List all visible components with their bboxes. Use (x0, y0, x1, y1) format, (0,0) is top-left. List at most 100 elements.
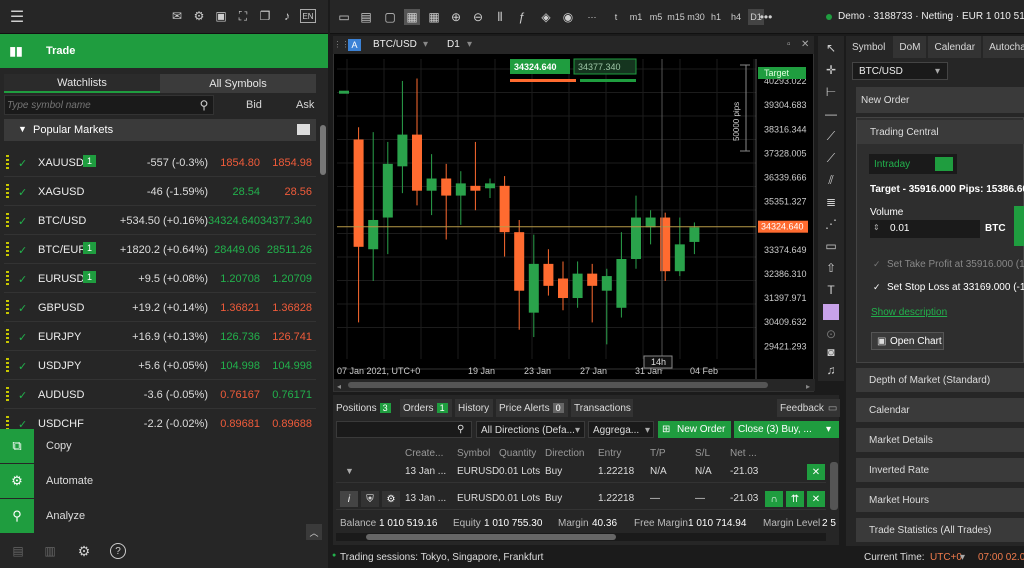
double-up-icon[interactable]: ⇈ (786, 491, 804, 507)
layers-icon[interactable]: ◈ (538, 9, 554, 25)
tab-price-alerts[interactable]: Price Alerts 0 (496, 399, 568, 417)
rectangle-icon[interactable]: ▭ (823, 238, 839, 254)
tab-orders[interactable]: Orders 1 (400, 399, 452, 417)
row-bid[interactable]: 126.736 (220, 331, 260, 343)
symbol-dropdown-icon[interactable]: ▾ (423, 39, 428, 50)
row-bid[interactable]: 1854.80 (220, 157, 260, 169)
chart-scroll-thumb[interactable] (348, 382, 768, 388)
row-bid[interactable]: 28.54 (232, 186, 260, 198)
col-header[interactable]: T/P (650, 448, 666, 459)
timeframe-m5[interactable]: m5 (648, 9, 664, 25)
col-header[interactable]: Direction (545, 448, 584, 459)
drag-handle-icon[interactable] (6, 329, 9, 343)
collapse-up-icon[interactable]: ︿ (306, 524, 322, 540)
visibility-icon[interactable]: ⊙ (823, 326, 839, 342)
chevron-down-icon[interactable]: ▾ (826, 424, 831, 435)
timeframe-h1[interactable]: h1 (708, 9, 724, 25)
section-market-details[interactable]: Market Details (856, 428, 1024, 452)
measure-icon[interactable]: ⊢ (823, 84, 839, 100)
volume-input[interactable]: ⇕ 0.01 (870, 220, 980, 238)
automate-section[interactable]: ⚙ Automate (0, 464, 328, 498)
row-ask[interactable]: 1854.98 (272, 157, 312, 169)
section-trade-statistics-all-trades[interactable]: Trade Statistics (All Trades) (856, 518, 1024, 542)
analyze-section[interactable]: ⚲ Analyze (0, 499, 328, 533)
col-header[interactable]: Create... (405, 448, 443, 459)
col-header[interactable]: Symbol (457, 448, 490, 459)
row-bid[interactable]: 1.20708 (220, 273, 260, 285)
chart-window[interactable]: 40293.022 39304.683 38316.344 37328.005 3633… (333, 36, 815, 393)
copy-section[interactable]: ⧉ Copy (0, 429, 328, 463)
watchlist-row[interactable]: ✓ EURJPY +16.9 (+0.13%) 126.736 126.741 (4, 322, 316, 351)
alert-bell-icon[interactable]: ♫ (823, 362, 839, 378)
col-header[interactable]: S/L (695, 448, 710, 459)
watchlist-row[interactable]: ✓ XAGUSD -46 (-1.59%) 28.54 28.56 (4, 177, 316, 206)
col-header[interactable]: Entry (598, 448, 621, 459)
fibonacci-icon[interactable]: ≣ (823, 194, 839, 210)
new-chart-icon[interactable]: ▭ (336, 9, 352, 25)
drag-handle-icon[interactable] (6, 213, 9, 227)
row-ask[interactable]: 0.76171 (272, 389, 312, 401)
drag-handle-icon[interactable] (6, 300, 9, 314)
more-icon[interactable]: ••• (758, 9, 774, 25)
watchlist-row[interactable]: ✓ BTC/EUR 1 +1820.2 (+0.64%) 28449.06 28511.2… (4, 235, 316, 264)
cashier-icon[interactable]: ▤ (10, 543, 26, 559)
tick-icon[interactable]: ⋯ (584, 9, 600, 25)
row-ask[interactable]: 28511.26 (267, 244, 312, 256)
layout-icon[interactable]: ▣ (214, 9, 228, 23)
search-icon[interactable]: ⚲ (197, 98, 211, 112)
new-order-header[interactable]: New Order (856, 87, 1024, 113)
trade-section[interactable]: ▮▮ Trade (0, 34, 328, 68)
timezone[interactable]: UTC+0 (930, 552, 962, 563)
buy-button[interactable] (1014, 206, 1024, 246)
chart-timeframe[interactable]: D1 (447, 39, 460, 50)
row-ask[interactable]: 104.998 (272, 360, 312, 372)
drag-handle-icon[interactable] (6, 155, 9, 169)
aggregate-filter[interactable]: Aggrega... ▾ (588, 421, 654, 438)
list-view-icon[interactable] (297, 124, 310, 135)
close-position-icon[interactable]: ✕ (807, 491, 825, 507)
row-bid[interactable]: 0.76167 (220, 389, 260, 401)
close-position-icon[interactable]: ✕ (807, 464, 825, 480)
drag-handle-icon[interactable] (6, 242, 9, 256)
chart-list-icon[interactable]: ▤ (358, 9, 374, 25)
timeframe-h4[interactable]: h4 (728, 9, 744, 25)
open-chart-button[interactable]: ▣ Open Chart (871, 332, 944, 350)
color-picker-icon[interactable] (823, 304, 839, 320)
timeframe-t[interactable]: t (608, 9, 624, 25)
row-bid[interactable]: 28449.06 (214, 244, 260, 256)
col-header[interactable]: Quantity (499, 448, 536, 459)
chart-type-icon[interactable]: ⫴ (492, 9, 508, 25)
drag-handle-icon[interactable] (6, 271, 9, 285)
drag-handle-icon[interactable] (6, 184, 9, 198)
mail-icon[interactable]: ✉ (170, 9, 184, 23)
row-bid[interactable]: 104.998 (220, 360, 260, 372)
direction-filter[interactable]: All Directions (Defa... ▾ (476, 421, 585, 438)
sl-checkbox[interactable]: ✓ (873, 282, 881, 293)
trend-line-icon[interactable]: ⟋ (823, 128, 839, 144)
close-positions-button[interactable]: Close (3) Buy, ... ▾ (734, 421, 839, 438)
settings-hand-icon[interactable]: ⚙ (192, 9, 206, 23)
zoom-in-icon[interactable]: ⊕ (448, 9, 464, 25)
row-ask[interactable]: 1.20709 (272, 273, 312, 285)
tab-all-symbols[interactable]: All Symbols (160, 74, 316, 93)
tz-dropdown-icon[interactable]: ▾ (960, 552, 965, 563)
timeframe-m1[interactable]: m1 (628, 9, 644, 25)
scroll-right-icon[interactable]: ▸ (806, 382, 810, 391)
arrow-up-icon[interactable]: ⇧ (823, 260, 839, 276)
watchlist-row[interactable]: ✓ USDJPY +5.6 (+0.05%) 104.998 104.998 (4, 351, 316, 380)
search-icon[interactable]: ⚲ (457, 424, 464, 435)
drag-handle-icon[interactable] (6, 387, 9, 401)
stepper-icon[interactable]: ⇕ (873, 223, 880, 232)
chart-canvas[interactable]: 40293.02239304.68338316.34437328.0053633… (334, 37, 815, 393)
gear-icon[interactable]: ⚙ (382, 491, 400, 507)
help-icon[interactable]: ? (110, 543, 126, 559)
tab-dom[interactable]: DoM (893, 36, 927, 58)
scroll-left-icon[interactable]: ◂ (337, 382, 341, 391)
symbol-search[interactable]: ⚲ (4, 95, 214, 115)
restore-window-icon[interactable]: ▫ (787, 39, 791, 50)
text-tool-icon[interactable]: T (823, 282, 839, 298)
feedback-button[interactable]: Feedback ▭ (777, 399, 841, 417)
new-order-button[interactable]: ⊞ New Order (658, 421, 731, 438)
row-bid[interactable]: 34324.640 (208, 215, 260, 227)
tab-transactions[interactable]: Transactions (571, 399, 633, 417)
